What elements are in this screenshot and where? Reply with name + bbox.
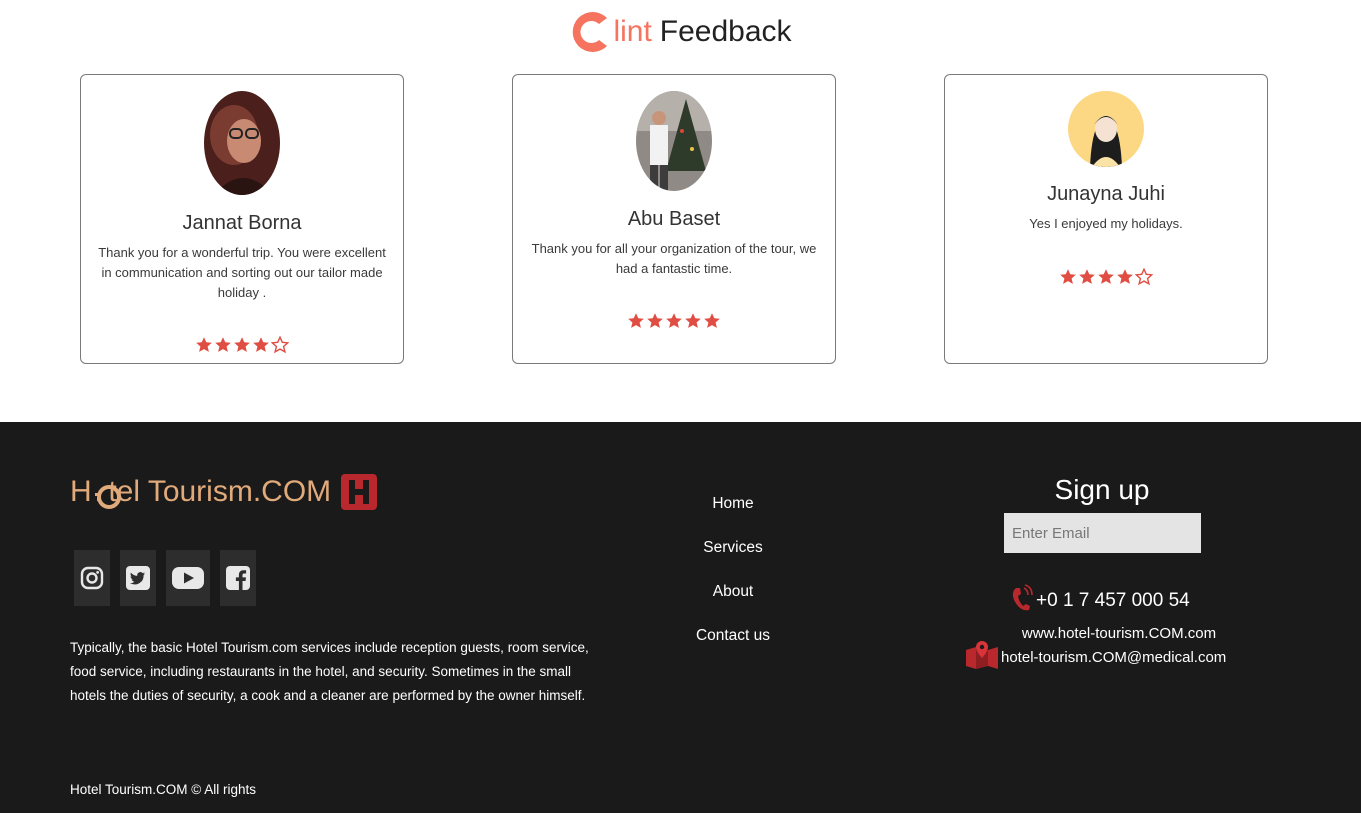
star-filled-icon [1060,269,1076,284]
feedback-card: Junayna Juhi Yes I enjoyed my holidays. [944,74,1268,364]
title-accent: lint [613,15,652,48]
feedback-card: Jannat Borna Thank you for a wonderful t… [80,74,404,364]
phone-icon [1010,584,1034,617]
card-text: Thank you for all your organization of t… [531,241,817,276]
brand[interactable]: H tel Tourism.COM [70,474,378,511]
footer-nav: Home Services About Contact us [633,492,833,668]
twitter-icon[interactable] [120,550,156,606]
copyright: Hotel Tourism.COM © All rights [70,782,256,797]
avatar [204,91,280,195]
card-name: Junayna Juhi [1047,183,1165,205]
card-text: Thank you for a wonderful trip. You were… [98,245,386,300]
star-filled-icon [704,313,720,328]
star-rating [945,268,1267,286]
nav-link-contact[interactable]: Contact us [633,624,833,668]
footer: H tel Tourism.COM Typically, the basic H… [0,422,1361,813]
star-filled-icon [685,313,701,328]
social-links [74,550,256,606]
email-input[interactable] [1004,513,1201,553]
avatar [636,91,712,191]
brand-o-icon [95,483,123,511]
footer-description: Typically, the basic Hotel Tourism.com s… [70,640,589,703]
signup-title: Sign up [1054,474,1150,505]
star-filled-icon [1079,269,1095,284]
nav-link-home[interactable]: Home [633,492,833,536]
star-rating [81,336,403,354]
hotel-badge-icon [341,474,378,510]
map-marker-icon [965,640,999,675]
phone-row: +0 1 7 457 000 54 [1010,584,1190,617]
star-filled-icon [196,337,212,352]
c-logo-icon [569,9,615,55]
star-empty-icon [1135,268,1153,286]
feedback-card: Abu Baset Thank you for all your organiz… [512,74,836,364]
star-filled-icon [628,313,644,328]
email-address[interactable]: hotel-tourism.COM@medical.com [1001,649,1226,666]
mail-row: hotel-tourism.COM@medical.com [965,640,1226,675]
card-text: Yes I enjoyed my holidays. [1029,216,1183,231]
star-filled-icon [647,313,663,328]
star-rating [513,312,835,330]
nav-link-services[interactable]: Services [633,536,833,580]
avatar [1068,91,1144,167]
instagram-icon[interactable] [74,550,110,606]
star-empty-icon [271,336,289,354]
star-filled-icon [253,337,269,352]
star-filled-icon [666,313,682,328]
star-filled-icon [234,337,250,352]
youtube-icon[interactable] [166,550,210,606]
feedback-section: lint Feedback Jannat Borna Thank you for… [0,0,1361,422]
feedback-title: lint Feedback [0,4,1361,60]
title-rest: Feedback [659,15,792,48]
star-filled-icon [1117,269,1133,284]
nav-link-about[interactable]: About [633,580,833,624]
card-name: Jannat Borna [182,212,302,234]
phone-number[interactable]: +0 1 7 457 000 54 [1036,590,1190,612]
star-filled-icon [1098,269,1114,284]
star-filled-icon [215,337,231,352]
facebook-icon[interactable] [220,550,256,606]
card-name: Abu Baset [627,208,721,230]
